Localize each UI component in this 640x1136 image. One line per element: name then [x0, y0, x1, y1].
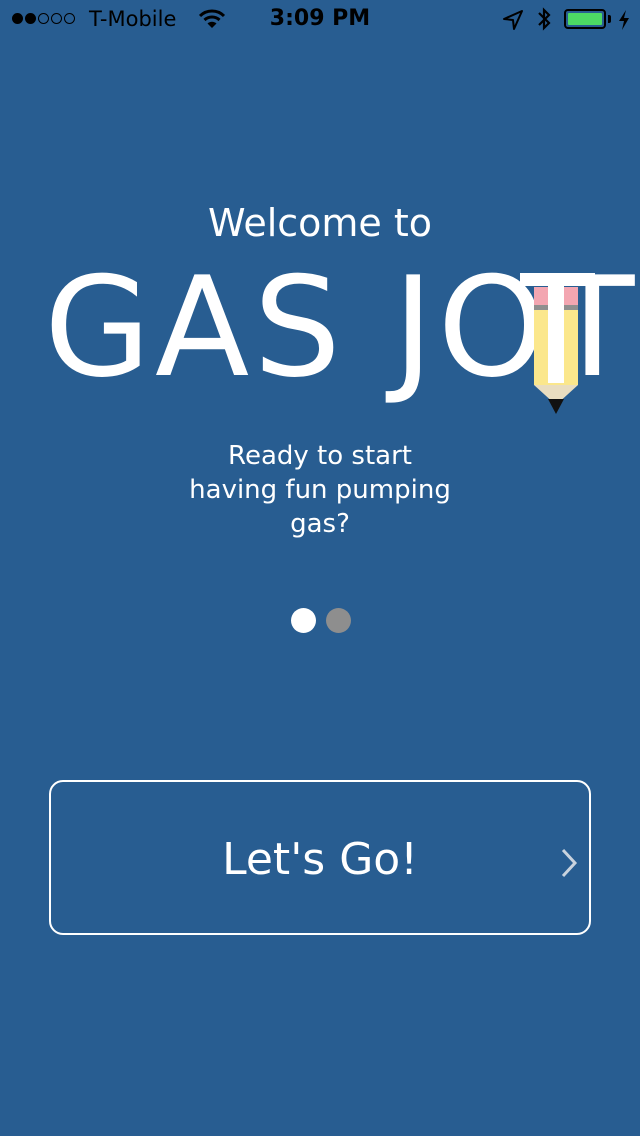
chevron-right-icon: [561, 848, 578, 878]
location-arrow-icon: [503, 10, 523, 30]
battery-icon: [564, 9, 606, 29]
lets-go-button[interactable]: Let's Go!: [49, 780, 591, 935]
charging-bolt-icon: [619, 10, 629, 30]
pencil-logo-icon: [520, 273, 595, 414]
page-indicator: [291, 608, 351, 633]
battery-tip: [608, 15, 611, 23]
welcome-heading: Welcome to: [207, 201, 433, 245]
tagline: Ready to start having fun pumping gas?: [170, 439, 470, 541]
tagline-line: gas?: [290, 509, 350, 539]
bluetooth-icon: [538, 7, 551, 31]
tagline-line: having fun pumping: [189, 475, 451, 505]
tagline-line: Ready to start: [228, 441, 412, 471]
page-dot-inactive[interactable]: [326, 608, 351, 633]
page-dot-active[interactable]: [291, 608, 316, 633]
status-bar: T-Mobile 3:09 PM: [0, 0, 640, 40]
lets-go-label: Let's Go!: [222, 834, 418, 885]
